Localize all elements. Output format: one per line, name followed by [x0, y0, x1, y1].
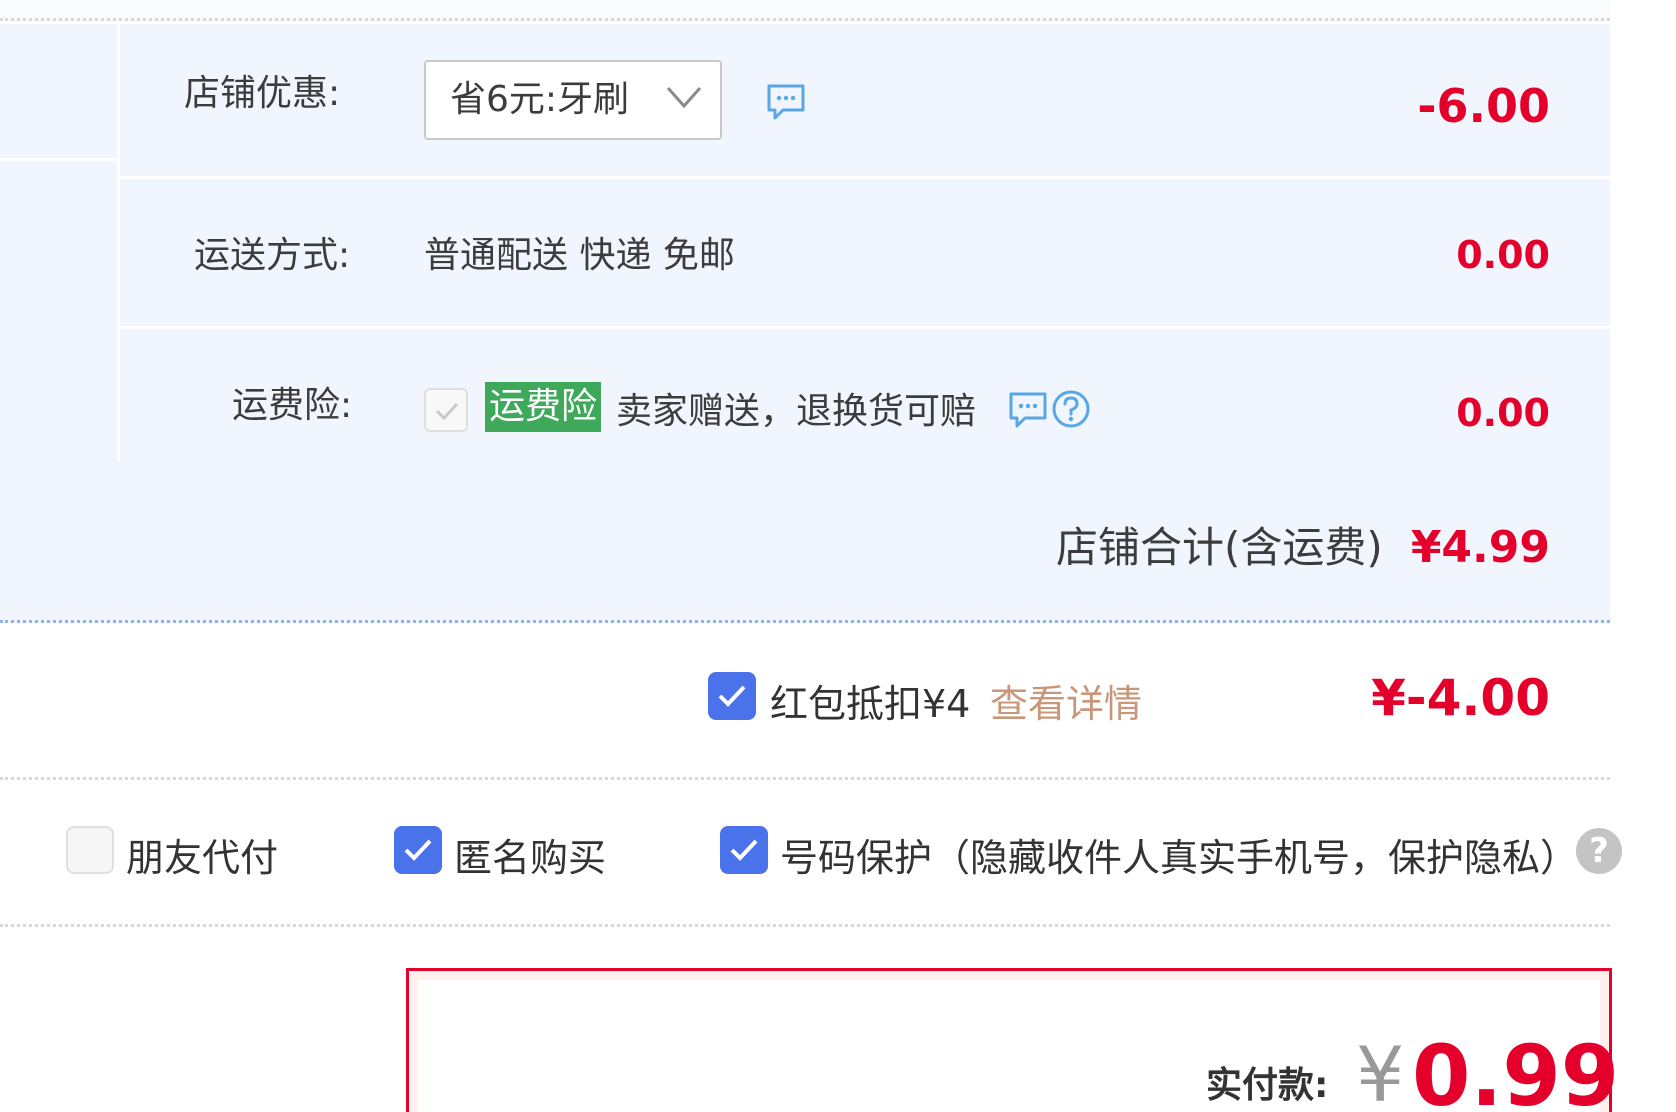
top-divider [0, 0, 1610, 21]
number-protection-label: 号码保护（隐藏收件人真实手机号，保护隐私） [780, 836, 1579, 880]
insurance-badge: 运费险 [485, 382, 601, 432]
red-envelope-amount: ¥-4.00 [1371, 669, 1550, 727]
question-circle-icon[interactable] [1051, 389, 1091, 433]
chat-bubble-icon[interactable] [766, 82, 806, 126]
red-envelope-label: 红包抵扣¥4 [770, 682, 971, 726]
friend-pay-label: 朋友代付 [126, 836, 279, 880]
shipping-amount: 0.00 [1456, 233, 1550, 277]
discount-select-value: 省6元:牙刷 [450, 79, 630, 120]
store-total-label: 店铺合计(含运费) [1056, 523, 1383, 572]
chevron-down-icon [666, 84, 702, 114]
shipping-method: 普通配送 快递 免邮 [424, 235, 735, 276]
friend-pay-checkbox[interactable] [66, 826, 114, 874]
order-left-column [0, 24, 120, 461]
checkout-summary: 店铺优惠: 省6元:牙刷 -6.00 运送方式: 普通配送 快递 免邮 0.00… [0, 0, 1676, 1112]
red-envelope-details-link[interactable]: 查看详情 [990, 682, 1142, 726]
payment-currency: ¥ [1356, 1030, 1405, 1112]
anonymous-label: 匿名购买 [454, 836, 607, 880]
payment-amount: 0.99 [1412, 1027, 1620, 1112]
insurance-checkbox [424, 388, 468, 432]
insurance-amount: 0.00 [1456, 391, 1550, 435]
insurance-description: 卖家赠送，退换货可赔 [616, 391, 977, 432]
red-envelope-checkbox[interactable] [708, 672, 756, 720]
store-total-amount: ¥4.99 [1410, 522, 1550, 573]
anonymous-checkbox[interactable] [394, 826, 442, 874]
question-circle-icon[interactable]: ? [1576, 828, 1622, 874]
payment-label: 实付款: [1206, 1065, 1329, 1106]
number-protection-checkbox[interactable] [720, 826, 768, 874]
discount-select[interactable]: 省6元:牙刷 [424, 60, 722, 140]
store-total: 店铺合计(含运费) ¥4.99 [1056, 522, 1550, 583]
chat-bubble-icon[interactable] [1008, 390, 1048, 434]
left-column-divider [0, 158, 117, 161]
discount-amount: -6.00 [1417, 79, 1550, 133]
